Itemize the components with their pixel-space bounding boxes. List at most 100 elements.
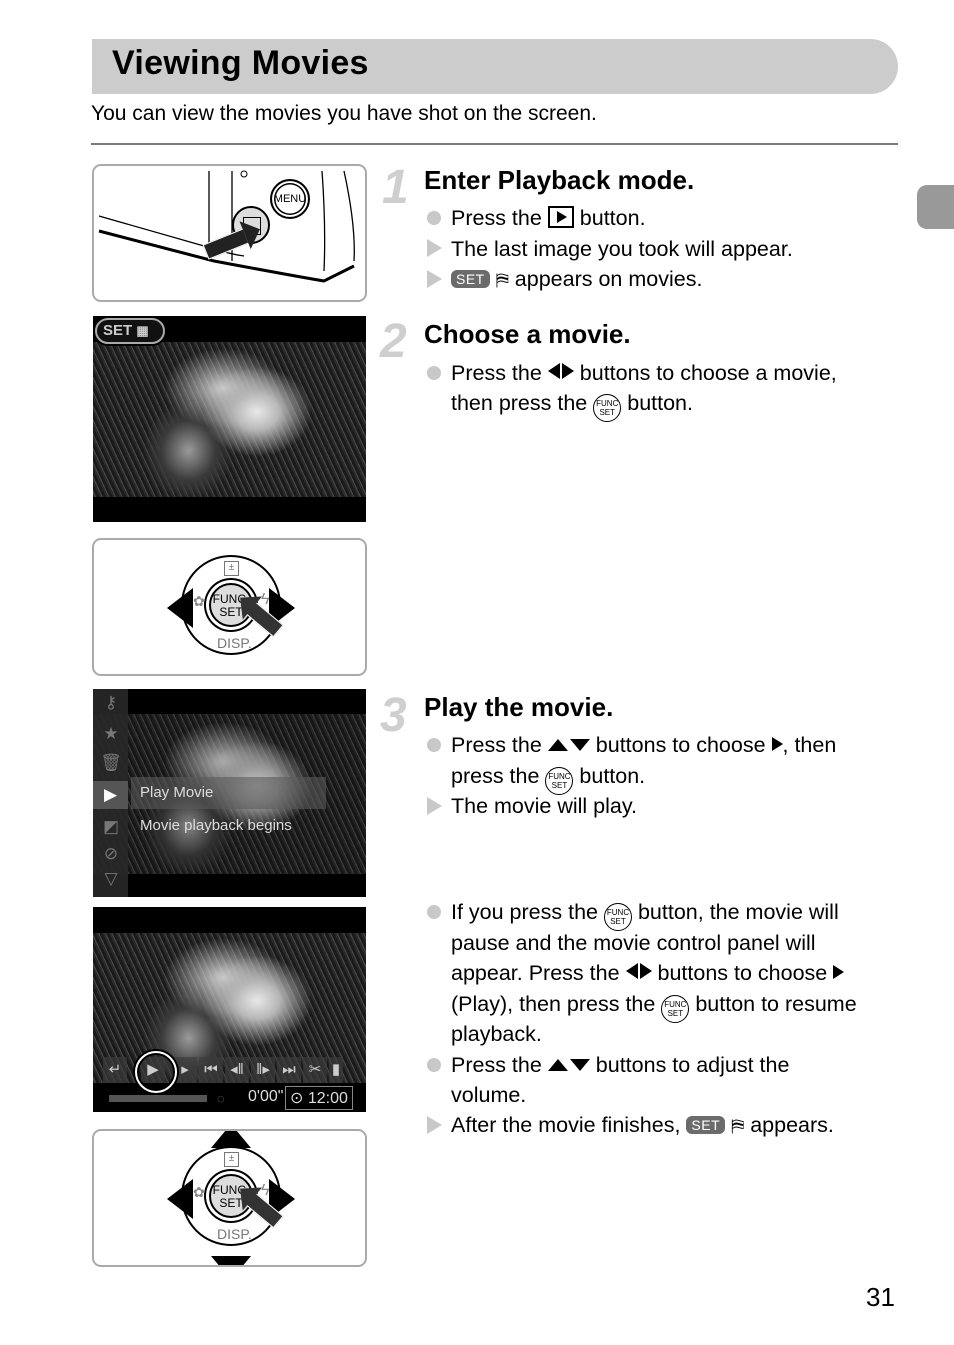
dog-photo — [93, 342, 366, 497]
page-title: Viewing Movies — [112, 44, 369, 82]
menu-item-label: Play Movie — [140, 784, 214, 801]
movie-icon: ⛿ — [731, 1116, 745, 1136]
exit-icon: ↵ — [103, 1057, 127, 1083]
result-triangle-icon — [427, 239, 442, 257]
selection-circle — [135, 1051, 177, 1093]
page-number: 31 — [866, 1282, 895, 1312]
intro-text: You can view the movies you have shot on… — [91, 102, 597, 125]
bullet-dot-icon — [427, 905, 441, 919]
disp-label: DISP. — [217, 1226, 252, 1242]
left-arrow-icon — [167, 1179, 193, 1219]
macro-icon: ✿ — [193, 1184, 205, 1200]
note-line: pause and the movie control panel will — [451, 931, 816, 955]
elapsed-time: 0'00" — [248, 1088, 284, 1105]
step-number: 3 — [380, 689, 407, 742]
step-line: The last image you took will appear. — [451, 237, 793, 261]
step-line: The movie will play. — [451, 794, 637, 818]
step-line: Press the button. — [451, 206, 646, 230]
movie-screen-image: SET ▦ — [93, 316, 366, 522]
protect-icon: ⚷ — [104, 693, 118, 712]
note-line: Press the buttons to adjust the — [451, 1053, 790, 1077]
func-set-button-icon: FUNC SET — [545, 767, 574, 795]
step-title: Choose a movie. — [424, 319, 631, 349]
set-movie-badge: SET ▦ — [95, 318, 165, 344]
clock-display: ⊙ 12:00 — [285, 1086, 353, 1110]
up-button-icon — [547, 739, 568, 751]
step-line: Press the buttons to choose a movie, — [451, 361, 837, 385]
menu-sidebar: ⚷ ★ 🗑 ▶ ◩ ⊘ ▽ — [93, 689, 128, 897]
set-badge-icon: SET — [451, 270, 490, 288]
result-triangle-icon — [427, 797, 442, 815]
note-line: playback. — [451, 1022, 542, 1046]
note-line: appear. Press the buttons to choose — [451, 961, 845, 986]
macro-icon: ✿ — [193, 593, 205, 609]
loading-icon: ◌ — [217, 1091, 225, 1106]
left-button-icon — [547, 363, 560, 379]
bullet-dot-icon — [427, 366, 441, 380]
step-number: 1 — [382, 161, 409, 214]
func-set-button-icon: FUNC SET — [603, 903, 632, 931]
control-dial-left-right-illustration: ± ✿ ϟ FUNC. SET DISP. — [92, 538, 367, 676]
first-frame-icon: ⏮ — [199, 1057, 223, 1083]
note-line: After the movie finishes, SET ⛿ appears. — [451, 1113, 834, 1137]
note-line: If you press the FUNC SET button, the mov… — [451, 900, 839, 931]
last-frame-icon: ⏭ — [277, 1057, 301, 1083]
play-icon — [833, 965, 845, 979]
menu-button-icon: MENU — [270, 179, 310, 219]
step-title: Play the movie. — [424, 692, 614, 722]
bullet-dot-icon — [427, 738, 441, 752]
previous-frame-icon: ◂‖ — [225, 1057, 249, 1083]
result-triangle-icon — [427, 1116, 442, 1134]
step-line: SET ⛿ appears on movies. — [451, 267, 702, 292]
playback-button-icon — [547, 206, 574, 228]
set-badge-icon: SET — [686, 1116, 726, 1134]
section-title-bar: Viewing Movies — [92, 39, 898, 94]
play-movie-menu-icon: ▶ — [93, 781, 128, 809]
playback-menu-screen: ⚷ ★ 🗑 ▶ ◩ ⊘ ▽ Play Movie Movie playback … — [93, 689, 366, 897]
header-divider — [91, 143, 898, 145]
step-line: Press the buttons to choose , then — [451, 733, 837, 757]
step-line: press the FUNC SET button. — [451, 764, 645, 795]
down-button-icon — [569, 739, 590, 751]
playback-progress-bar — [109, 1095, 207, 1102]
movie-icon: ▦ — [136, 323, 149, 338]
right-button-icon — [639, 963, 652, 979]
resize-icon: ⊘ — [103, 844, 119, 863]
rotate-icon: ◩ — [102, 817, 120, 836]
edit-scissors-icon: ✂ — [303, 1057, 327, 1083]
up-button-icon — [547, 1059, 568, 1071]
play-icon — [771, 737, 783, 751]
menu-item-description: Movie playback begins — [140, 817, 292, 834]
left-arrow-icon — [167, 588, 193, 628]
trash-icon: 🗑 — [100, 753, 122, 772]
right-button-icon — [561, 363, 574, 379]
bullet-dot-icon — [427, 211, 441, 225]
favorite-star-icon: ★ — [103, 724, 119, 743]
movie-control-panel-screen: ↵ ▶ ▸ ⏮ ◂‖ ‖▸ ⏭ ✂ ▮ ◌ 0'00" ⊙ 12:00 — [93, 907, 366, 1112]
step-number: 2 — [380, 315, 407, 368]
volume-icon: ▮ — [329, 1057, 343, 1083]
step-line: then press the FUNC SET button. — [451, 391, 693, 422]
movie-icon: ⛿ — [495, 270, 509, 290]
func-set-button-icon: FUNC SET — [593, 394, 622, 422]
result-triangle-icon — [427, 270, 442, 288]
up-arrow-icon — [211, 1131, 251, 1148]
note-line: (Play), then press the FUNC SET button to… — [451, 992, 857, 1023]
next-frame-icon: ‖▸ — [251, 1057, 275, 1083]
chapter-tab — [917, 185, 954, 229]
exposure-icon: ± — [224, 1152, 239, 1167]
clock-icon: ⊙ — [290, 1090, 304, 1107]
clock-time: 12:00 — [307, 1090, 348, 1107]
camera-back-illustration: MENU — [92, 164, 367, 302]
control-dial-all-directions-illustration: ± ✿ ϟ FUNC. SET DISP. — [92, 1129, 367, 1267]
print-icon: ▽ — [104, 869, 118, 888]
note-line: volume. — [451, 1083, 527, 1107]
down-arrow-icon — [211, 1256, 251, 1265]
left-button-icon — [625, 963, 638, 979]
func-set-button-icon: FUNC SET — [661, 995, 690, 1023]
step-title: Enter Playback mode. — [424, 165, 695, 195]
down-button-icon — [569, 1059, 590, 1071]
exposure-icon: ± — [224, 561, 239, 576]
set-badge-label: SET — [103, 322, 133, 339]
disp-label: DISP. — [217, 635, 252, 651]
